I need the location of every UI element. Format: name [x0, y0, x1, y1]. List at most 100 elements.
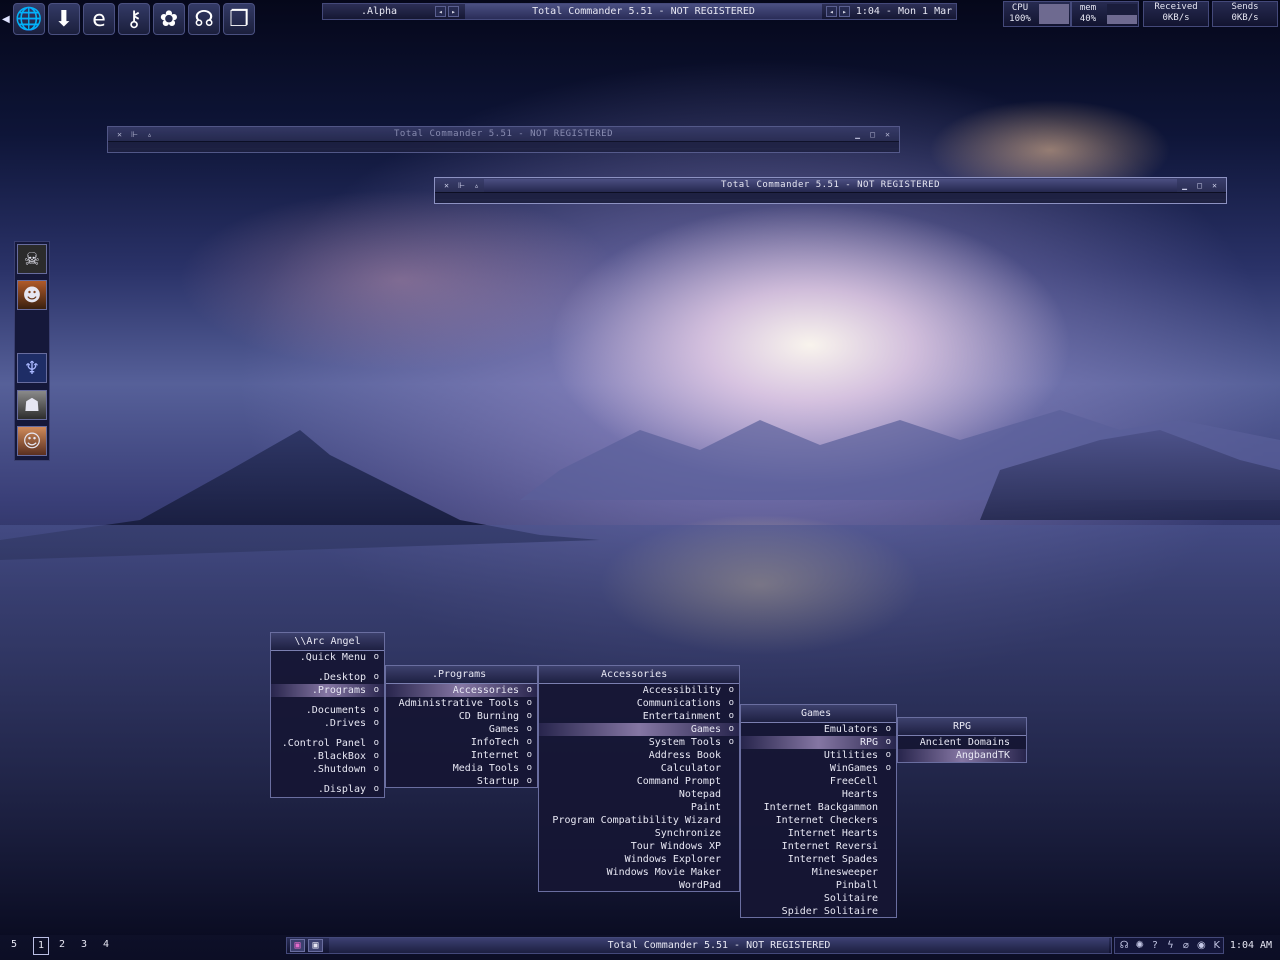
workspace-5[interactable]: 5: [6, 936, 22, 954]
active-window-title[interactable]: Total Commander 5.51 - NOT REGISTERED: [465, 4, 822, 19]
menu-item-wordpad[interactable]: WordPad: [539, 879, 739, 892]
minimize-icon[interactable]: ▁: [1179, 180, 1190, 191]
menu-item-quick-menu[interactable]: .Quick Menu: [271, 651, 384, 664]
workspace-3[interactable]: 3: [76, 936, 92, 954]
menu-item-documents[interactable]: .Documents: [271, 704, 384, 717]
k-icon[interactable]: K: [1211, 939, 1223, 952]
pin-icon[interactable]: ⊩: [129, 129, 140, 140]
lotus-icon[interactable]: ✿: [153, 3, 185, 35]
menu-item-spider-solitaire[interactable]: Spider Solitaire: [741, 905, 896, 918]
menu-item-display[interactable]: .Display: [271, 783, 384, 796]
shade-icon[interactable]: ▵: [144, 129, 155, 140]
window-handle[interactable]: [108, 141, 899, 148]
headphones-icon[interactable]: ☊: [188, 3, 220, 35]
menu-item-windows-movie-maker[interactable]: Windows Movie Maker: [539, 866, 739, 879]
shade-icon[interactable]: ▵: [471, 180, 482, 191]
menu-item-tour-windows-xp[interactable]: Tour Windows XP: [539, 840, 739, 853]
task-total-commander[interactable]: Total Commander 5.51 - NOT REGISTERED: [329, 938, 1109, 953]
menu-item-internet-checkers[interactable]: Internet Checkers: [741, 814, 896, 827]
menu-item-rpg[interactable]: RPG: [741, 736, 896, 749]
menu-item-emulators[interactable]: Emulators: [741, 723, 896, 736]
robot-head-icon[interactable]: ☗: [17, 390, 47, 420]
menu-item-blackbox[interactable]: .BlackBox: [271, 750, 384, 763]
menu-item-internet-hearts[interactable]: Internet Hearts: [741, 827, 896, 840]
menu-item-system-tools[interactable]: System Tools: [539, 736, 739, 749]
headphones-icon[interactable]: ☊: [1118, 939, 1130, 952]
close-icon[interactable]: ✕: [882, 129, 893, 140]
menu-item-games[interactable]: Games: [539, 723, 739, 736]
maximize-icon[interactable]: □: [867, 129, 878, 140]
workspace-4[interactable]: 4: [98, 936, 114, 954]
menu-item-paint[interactable]: Paint: [539, 801, 739, 814]
sun-icon[interactable]: ✺: [1133, 939, 1145, 952]
menu-item-pinball[interactable]: Pinball: [741, 879, 896, 892]
window-handle[interactable]: [435, 192, 1226, 199]
menu-item-hearts[interactable]: Hearts: [741, 788, 896, 801]
menu-item-minesweeper[interactable]: Minesweeper: [741, 866, 896, 879]
menu-item-administrative-tools[interactable]: Administrative Tools: [386, 697, 537, 710]
menu-item-angbandtk[interactable]: AngbandTK: [898, 749, 1026, 762]
menu-item-startup[interactable]: Startup: [386, 775, 537, 788]
floppy-save-icon[interactable]: ▣: [290, 939, 305, 952]
menu-item-media-tools[interactable]: Media Tools: [386, 762, 537, 775]
keys-icon[interactable]: ⚷: [118, 3, 150, 35]
menu-item-internet-spades[interactable]: Internet Spades: [741, 853, 896, 866]
menu-item-internet-reversi[interactable]: Internet Reversi: [741, 840, 896, 853]
menu-item-program-compatibility-wizard[interactable]: Program Compatibility Wizard: [539, 814, 739, 827]
prev-workspace-button[interactable]: ◂: [435, 6, 446, 17]
girl-portrait-icon[interactable]: ☺: [17, 426, 47, 456]
menu-item-utilities[interactable]: Utilities: [741, 749, 896, 762]
menu-item-desktop[interactable]: .Desktop: [271, 671, 384, 684]
globe-icon[interactable]: 🌐: [13, 3, 45, 35]
menu-item-solitaire[interactable]: Solitaire: [741, 892, 896, 905]
window-title[interactable]: Total Commander 5.51 - NOT REGISTERED: [157, 129, 850, 139]
menu-item-shutdown[interactable]: .Shutdown: [271, 763, 384, 776]
workspace-1[interactable]: 1: [33, 937, 49, 955]
menu-item-drives[interactable]: .Drives: [271, 717, 384, 730]
menu-item-entertainment[interactable]: Entertainment: [539, 710, 739, 723]
close-x-icon[interactable]: ✕: [441, 180, 452, 191]
internet-explorer-icon[interactable]: e: [83, 3, 115, 35]
next-workspace-button[interactable]: ▸: [448, 6, 459, 17]
menu-item-infotech[interactable]: InfoTech: [386, 736, 537, 749]
menu-item-command-prompt[interactable]: Command Prompt: [539, 775, 739, 788]
maximize-icon[interactable]: □: [1194, 180, 1205, 191]
menu-item-internet-backgammon[interactable]: Internet Backgammon: [741, 801, 896, 814]
workspace-name[interactable]: .Alpha: [323, 6, 435, 17]
skull-icon[interactable]: ☠: [17, 244, 47, 274]
menu-item-synchronize[interactable]: Synchronize: [539, 827, 739, 840]
menu-item-control-panel[interactable]: .Control Panel: [271, 737, 384, 750]
download-arrow-icon[interactable]: ⬇: [48, 3, 80, 35]
next-window-button[interactable]: ▸: [839, 6, 850, 17]
menu-item-calculator[interactable]: Calculator: [539, 762, 739, 775]
menu-item-cd-burning[interactable]: CD Burning: [386, 710, 537, 723]
close-x-icon[interactable]: ✕: [114, 129, 125, 140]
menu-item-accessories[interactable]: Accessories: [386, 684, 537, 697]
warrior-face-icon[interactable]: ☻: [17, 280, 47, 310]
workspace-2[interactable]: 2: [54, 936, 70, 954]
total-commander-window-front[interactable]: ✕ ⊩ ▵ Total Commander 5.51 - NOT REGISTE…: [434, 177, 1227, 204]
pin-icon[interactable]: ⊩: [456, 180, 467, 191]
prev-window-button[interactable]: ◂: [826, 6, 837, 17]
menu-item-accessibility[interactable]: Accessibility: [539, 684, 739, 697]
menu-item-games[interactable]: Games: [386, 723, 537, 736]
bat-emblem-icon[interactable]: ♆: [17, 353, 47, 383]
menu-item-wingames[interactable]: WinGames: [741, 762, 896, 775]
folder-icon[interactable]: ❐: [223, 3, 255, 35]
close-icon[interactable]: ✕: [1209, 180, 1220, 191]
help-icon[interactable]: ?: [1149, 939, 1161, 952]
floppy-icon[interactable]: ▣: [308, 939, 323, 952]
menu-item-internet[interactable]: Internet: [386, 749, 537, 762]
total-commander-window-back[interactable]: ✕ ⊩ ▵ Total Commander 5.51 - NOT REGISTE…: [107, 126, 900, 153]
bottle-icon[interactable]: ⌀: [1180, 939, 1192, 952]
eye-icon[interactable]: ◉: [1195, 939, 1207, 952]
menu-item-address-book[interactable]: Address Book: [539, 749, 739, 762]
menu-item-communications[interactable]: Communications: [539, 697, 739, 710]
menu-item-ancient-domains[interactable]: Ancient Domains: [898, 736, 1026, 749]
menu-item-freecell[interactable]: FreeCell: [741, 775, 896, 788]
winamp-icon[interactable]: ϟ: [1164, 939, 1176, 952]
left-arrow-icon[interactable]: ◀: [2, 14, 10, 25]
minimize-icon[interactable]: ▁: [852, 129, 863, 140]
menu-item-programs[interactable]: .Programs: [271, 684, 384, 697]
window-title[interactable]: Total Commander 5.51 - NOT REGISTERED: [484, 178, 1177, 192]
